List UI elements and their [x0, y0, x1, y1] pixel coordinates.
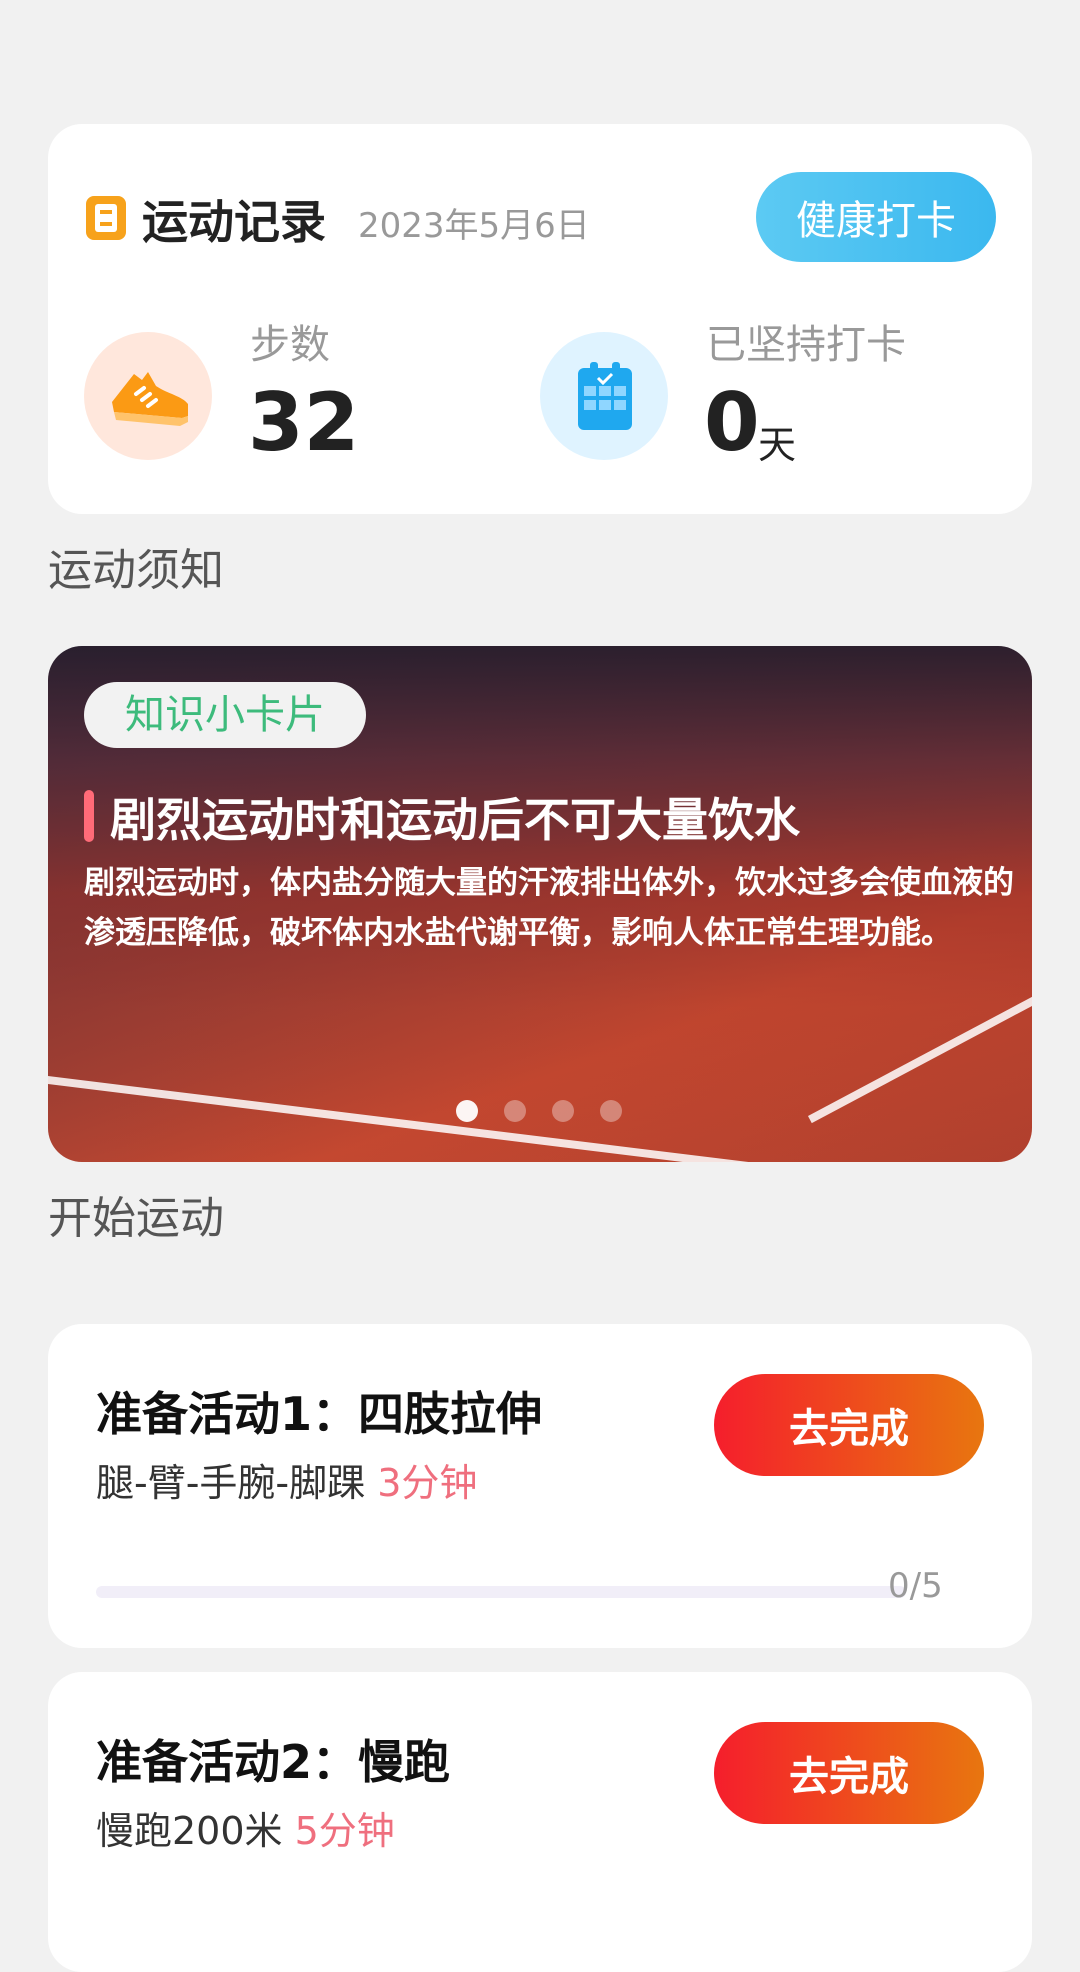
activity-desc-text: 腿-臂-手腕-脚踝 — [96, 1461, 366, 1505]
steps-label: 步数 — [250, 322, 330, 368]
days-unit: 天 — [758, 423, 797, 467]
complete-button[interactable]: 去完成 — [714, 1374, 984, 1476]
activity-card: 准备活动1：四肢拉伸 腿-臂-手腕-脚踝 3分钟 去完成 0/5 — [48, 1324, 1032, 1648]
activity-duration: 3分钟 — [377, 1461, 478, 1505]
activity-title: 准备活动2：慢跑 — [96, 1735, 451, 1789]
track-line — [808, 975, 1032, 1124]
start-section-title: 开始运动 — [48, 1193, 224, 1244]
banner-heading: 剧烈运动时和运动后不可大量饮水 — [110, 793, 800, 847]
activity-description: 腿-臂-手腕-脚踝 3分钟 — [96, 1452, 477, 1507]
carousel-dot-active[interactable] — [456, 1100, 478, 1122]
days-label: 已坚持打卡 — [706, 322, 906, 368]
progress-text: 0/5 — [888, 1566, 943, 1606]
complete-button[interactable]: 去完成 — [714, 1722, 984, 1824]
record-title: 运动记录 — [142, 195, 326, 249]
record-date: 2023年5月6日 — [358, 206, 590, 246]
heading-accent-bar — [84, 790, 94, 842]
track-line — [48, 1076, 1032, 1162]
notice-section-title: 运动须知 — [48, 545, 224, 596]
steps-icon-circle — [84, 332, 212, 460]
knowledge-banner[interactable]: 知识小卡片 剧烈运动时和运动后不可大量饮水 剧烈运动时，体内盐分随大量的汗液排出… — [48, 646, 1032, 1162]
steps-value: 32 — [248, 376, 360, 469]
carousel-dot[interactable] — [600, 1100, 622, 1122]
activity-description: 慢跑200米 5分钟 — [96, 1800, 395, 1855]
days-icon-circle — [540, 332, 668, 460]
exercise-record-card: 运动记录 2023年5月6日 健康打卡 步数 32 已坚持打卡 0 天 — [48, 124, 1032, 514]
activity-card: 准备活动2：慢跑 慢跑200米 5分钟 去完成 — [48, 1672, 1032, 1972]
banner-body: 剧烈运动时，体内盐分随大量的汗液排出体外，饮水过多会使血液的渗透压降低，破坏体内… — [84, 865, 1014, 951]
shoe-icon — [112, 372, 188, 426]
knowledge-badge: 知识小卡片 — [84, 682, 366, 748]
activity-desc-text: 慢跑200米 — [96, 1809, 283, 1853]
health-checkin-button[interactable]: 健康打卡 — [756, 172, 996, 262]
progress-bar — [96, 1586, 906, 1598]
activity-duration: 5分钟 — [294, 1809, 395, 1853]
days-value: 0 — [704, 376, 760, 469]
document-icon — [86, 196, 126, 240]
calendar-icon — [578, 362, 632, 430]
carousel-dot[interactable] — [552, 1100, 574, 1122]
activity-title: 准备活动1：四肢拉伸 — [96, 1387, 543, 1441]
carousel-dot[interactable] — [504, 1100, 526, 1122]
